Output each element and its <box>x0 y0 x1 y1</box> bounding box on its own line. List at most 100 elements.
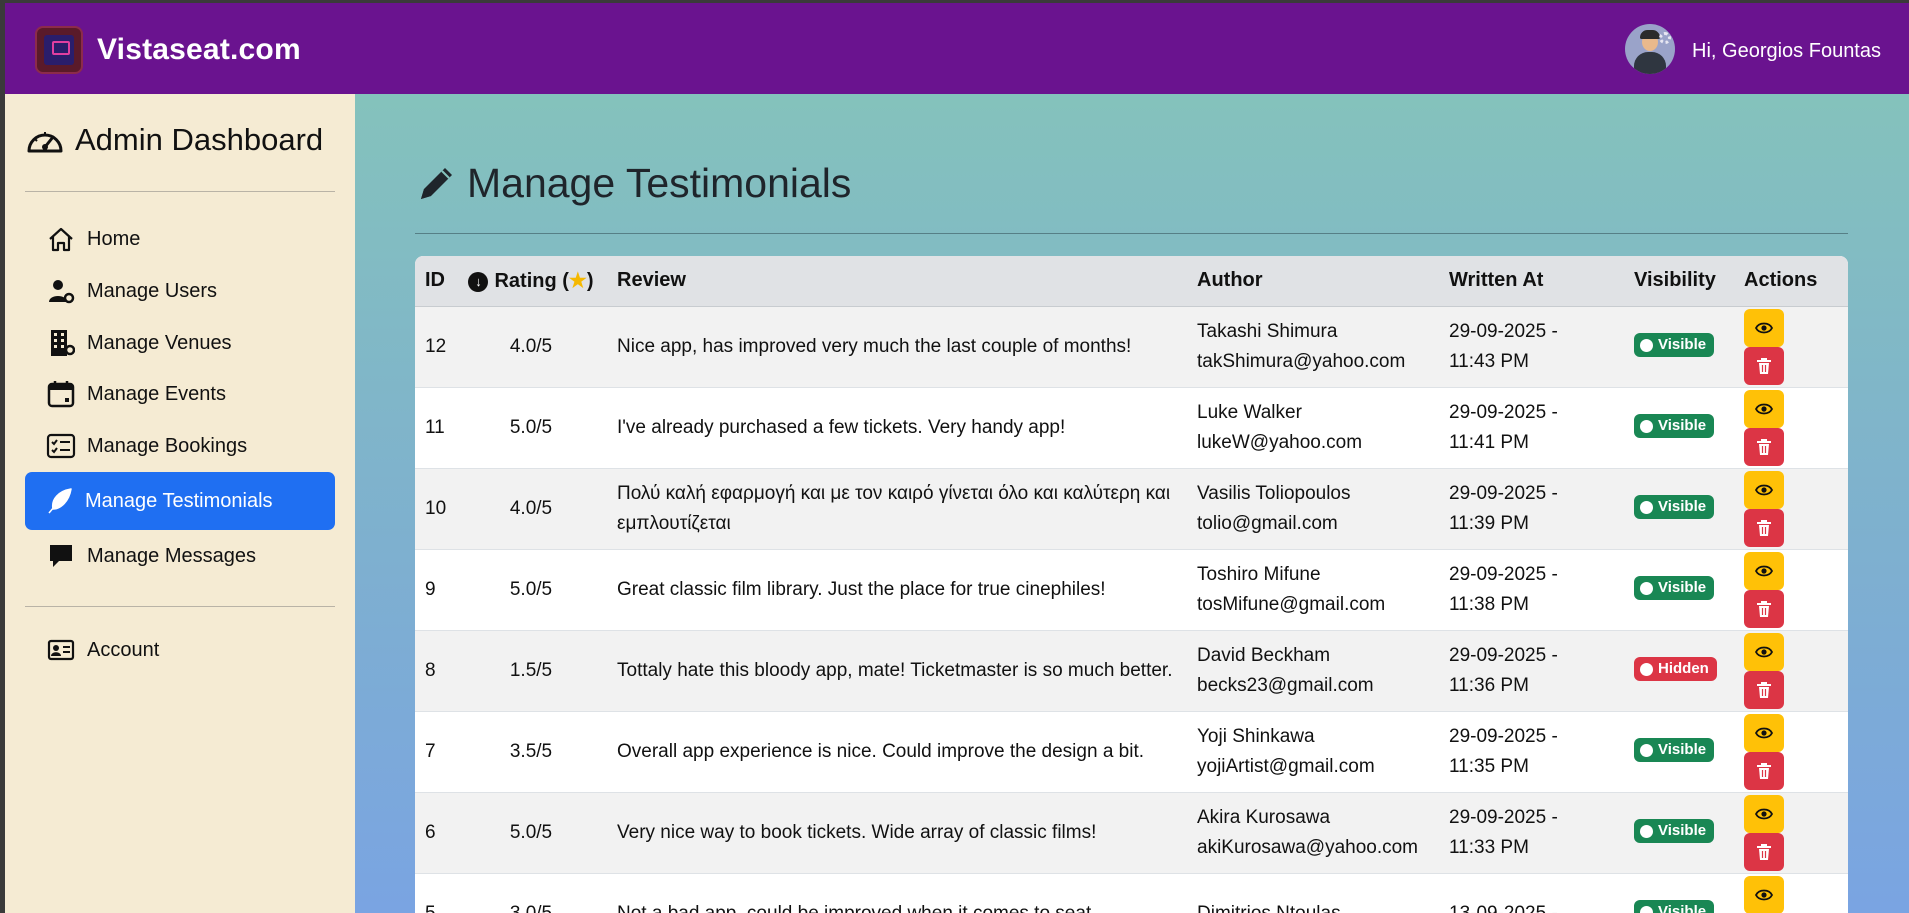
cell-written-at: 29-09-2025 - 11:33 PM <box>1439 792 1624 873</box>
written-date: 29-09-2025 - <box>1449 320 1558 342</box>
author-name: Takashi Shimura <box>1197 320 1338 342</box>
delete-button[interactable] <box>1744 346 1784 385</box>
main-content: Manage Testimonials ID ↓ Rating (★) Revie… <box>355 94 1909 913</box>
visibility-label: Visible <box>1658 903 1707 913</box>
cell-actions <box>1734 873 1848 913</box>
trash-icon <box>1757 519 1771 536</box>
cell-author: Yoji Shinkawa yojiArtist@gmail.com <box>1187 711 1439 792</box>
cell-visibility: Visible <box>1624 468 1734 549</box>
eye-icon <box>1755 565 1773 576</box>
eye-icon <box>1755 646 1773 657</box>
cell-actions <box>1734 630 1848 711</box>
sidebar-item-label: Manage Messages <box>87 544 256 567</box>
cell-actions <box>1734 549 1848 630</box>
sidebar-title: Admin Dashboard <box>25 122 323 158</box>
view-button[interactable] <box>1744 632 1784 671</box>
cell-written-at: 29-09-2025 - 11:35 PM <box>1439 711 1624 792</box>
sidebar-item-home[interactable]: Home <box>25 214 335 264</box>
cell-rating: 5.0/5 <box>509 821 553 843</box>
sidebar-item-manage-events[interactable]: Manage Events <box>25 369 335 419</box>
view-button[interactable] <box>1744 308 1784 347</box>
written-date: 29-09-2025 - <box>1449 401 1558 423</box>
eye-icon <box>1755 403 1773 414</box>
delete-button[interactable] <box>1744 832 1784 871</box>
trash-icon <box>1757 600 1771 617</box>
building-icon <box>45 328 77 358</box>
brand-logo[interactable] <box>35 26 83 74</box>
table-row: 7 3.5/5 Overall app experience is nice. Co… <box>415 711 1848 792</box>
cell-review: Great classic film library. Just the pla… <box>617 578 1106 600</box>
view-button[interactable] <box>1744 713 1784 752</box>
cell-id: 11 <box>425 416 445 438</box>
delete-button[interactable] <box>1744 751 1784 790</box>
table-row: 10 4.0/5 Πολύ καλή εφαρμογή και με τον και… <box>415 468 1848 549</box>
author-name: Akira Kurosawa <box>1197 806 1331 828</box>
trash-icon <box>1757 438 1771 455</box>
cell-rating: 3.0/5 <box>509 902 553 913</box>
visibility-label: Visible <box>1658 417 1707 434</box>
delete-button[interactable] <box>1744 508 1784 547</box>
toggle-on-icon <box>1640 743 1653 757</box>
visibility-badge[interactable]: Visible <box>1634 576 1715 600</box>
visibility-badge[interactable]: Visible <box>1634 900 1715 913</box>
sidebar-divider <box>25 191 335 192</box>
author-email: lukeW@yahoo.com <box>1197 431 1363 453</box>
col-header-written-at: Written At <box>1439 256 1624 307</box>
page-title-text: Manage Testimonials <box>467 160 852 206</box>
author-email: tolio@gmail.com <box>1197 512 1338 534</box>
visibility-badge[interactable]: Visible <box>1634 414 1715 438</box>
sidebar-item-manage-testimonials[interactable]: Manage Testimonials <box>25 472 335 530</box>
visibility-badge[interactable]: Visible <box>1634 333 1715 357</box>
cell-visibility: Visible <box>1624 387 1734 468</box>
cell-review: Nice app, has improved very much the las… <box>617 335 1132 357</box>
cell-id: 5 <box>425 902 436 913</box>
view-button[interactable] <box>1744 794 1784 833</box>
sidebar-item-manage-users[interactable]: Manage Users <box>25 266 335 316</box>
cell-id: 7 <box>425 740 436 762</box>
delete-button[interactable] <box>1744 670 1784 709</box>
col-header-author: Author <box>1187 256 1439 307</box>
user-avatar[interactable] <box>1625 24 1675 74</box>
cell-id: 6 <box>425 821 436 843</box>
view-button[interactable] <box>1744 551 1784 590</box>
col-header-review: Review <box>607 256 1187 307</box>
cell-rating: 4.0/5 <box>509 335 553 357</box>
col-header-rating[interactable]: ↓ Rating (★) <box>455 256 607 307</box>
cell-review: Overall app experience is nice. Could im… <box>617 740 1145 762</box>
cell-rating: 3.5/5 <box>509 740 553 762</box>
author-email: tosMifune@gmail.com <box>1197 593 1386 615</box>
view-button[interactable] <box>1744 389 1784 428</box>
cell-visibility: Visible <box>1624 711 1734 792</box>
top-navbar: Vistaseat.com Hi, Georgios Fountas <box>5 3 1909 94</box>
delete-button[interactable] <box>1744 427 1784 466</box>
cell-author: Luke Walker lukeW@yahoo.com <box>1187 387 1439 468</box>
cell-actions <box>1734 306 1848 387</box>
written-time: 11:39 PM <box>1449 512 1529 534</box>
visibility-label: Visible <box>1658 336 1707 353</box>
cell-review: Tottaly hate this bloody app, mate! Tick… <box>617 659 1173 681</box>
visibility-badge[interactable]: Visible <box>1634 819 1715 843</box>
visibility-badge[interactable]: Visible <box>1634 495 1715 519</box>
sidebar-item-manage-bookings[interactable]: Manage Bookings <box>25 421 335 471</box>
sidebar-item-account[interactable]: Account <box>25 625 335 675</box>
cell-rating: 4.0/5 <box>509 497 553 519</box>
view-button[interactable] <box>1744 875 1784 913</box>
sidebar-item-manage-venues[interactable]: Manage Venues <box>25 318 335 368</box>
testimonials-table: ID ↓ Rating (★) Review Author Written At … <box>415 256 1848 913</box>
written-time: 11:33 PM <box>1449 836 1529 858</box>
delete-button[interactable] <box>1744 589 1784 628</box>
view-button[interactable] <box>1744 470 1784 509</box>
cell-written-at: 29-09-2025 - 11:38 PM <box>1439 549 1624 630</box>
author-name: Vasilis Toliopoulos <box>1197 482 1351 504</box>
col-header-id[interactable]: ID <box>415 256 455 307</box>
sidebar-item-manage-messages[interactable]: Manage Messages <box>25 531 335 581</box>
brand-name[interactable]: Vistaseat.com <box>97 33 301 67</box>
written-date: 29-09-2025 - <box>1449 563 1558 585</box>
user-greeting[interactable]: Hi, Georgios Fountas <box>1692 40 1881 63</box>
sidebar-item-label: Manage Events <box>87 382 226 405</box>
visibility-badge[interactable]: Hidden <box>1634 657 1717 681</box>
cell-id: 12 <box>425 335 447 357</box>
written-date: 29-09-2025 - <box>1449 806 1558 828</box>
visibility-badge[interactable]: Visible <box>1634 738 1715 762</box>
trash-icon <box>1757 357 1771 374</box>
